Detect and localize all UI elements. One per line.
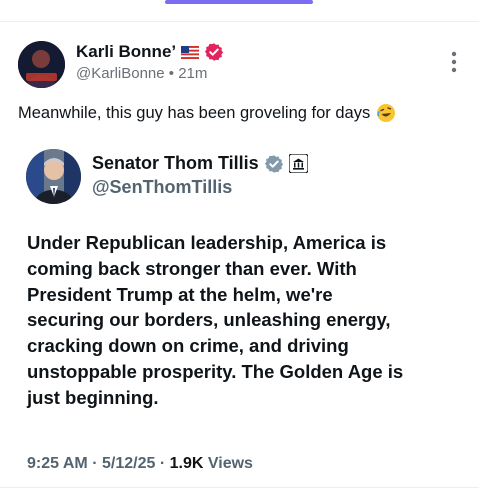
author-name-text[interactable]: Karli Bonne’ [76,42,176,62]
quoted-post-time[interactable]: 9:25 AM [27,455,88,472]
quoted-body-line: Under Republican leadership, America is [27,232,387,253]
us-flag-icon [181,45,200,59]
views-label: Views [207,455,253,472]
post-time[interactable]: 21m [178,65,207,82]
meta-dot: · [92,455,98,472]
verified-badge-icon [205,43,224,61]
post-text: Meanwhile, this guy has been groveling f… [18,103,396,123]
separator-dot: • [168,65,175,82]
handle-line: @KarliBonne • 21m [76,65,207,82]
government-building-icon [288,154,308,173]
quoted-avatar-image-icon [26,149,81,204]
quoted-avatar[interactable] [26,149,81,204]
avatar-image-icon [18,41,65,88]
quoted-author-name[interactable]: Senator Thom Tillis [92,153,308,174]
author-handle[interactable]: @KarliBonne [76,65,165,82]
quoted-body-line: just beginning. [27,386,159,408]
verified-badge-gray-icon [264,154,283,173]
quoted-author-name-text[interactable]: Senator Thom Tillis [92,153,259,174]
bottom-divider [0,487,479,488]
quoted-body-line: cracking down on crime, and driving [27,335,349,357]
meta-dot: · [159,455,166,472]
top-tab-strip [0,0,479,22]
quoted-post-body: Under Republican leadership, America is … [27,230,457,411]
quoted-body-line: coming back stronger than ever. With [27,257,357,279]
quoted-author-handle[interactable]: @SenThomTillis [92,177,232,198]
quoted-body-line: unstoppable prosperity. The Golden Age i… [27,360,404,382]
post-text-content: Meanwhile, this guy has been groveling f… [18,103,371,122]
quoted-post-date[interactable]: 5/12/25 [102,455,155,472]
post-header: Karli Bonne’ @KarliBonne • 21m [18,38,463,88]
quoted-body-line: President Trump at the helm, we're [27,283,333,305]
quoted-body-line: securing our borders, unleashing energy, [27,309,391,331]
quoted-post-meta: 9:25 AM · 5/12/25 · 1.9K Views [27,455,253,473]
active-tab-indicator [165,0,313,4]
avatar[interactable] [18,41,65,88]
rolling-on-floor-laughing-icon [377,104,396,122]
more-vertical-icon[interactable] [451,50,457,74]
views-count: 1.9K [169,455,204,472]
author-name[interactable]: Karli Bonne’ [76,42,224,62]
